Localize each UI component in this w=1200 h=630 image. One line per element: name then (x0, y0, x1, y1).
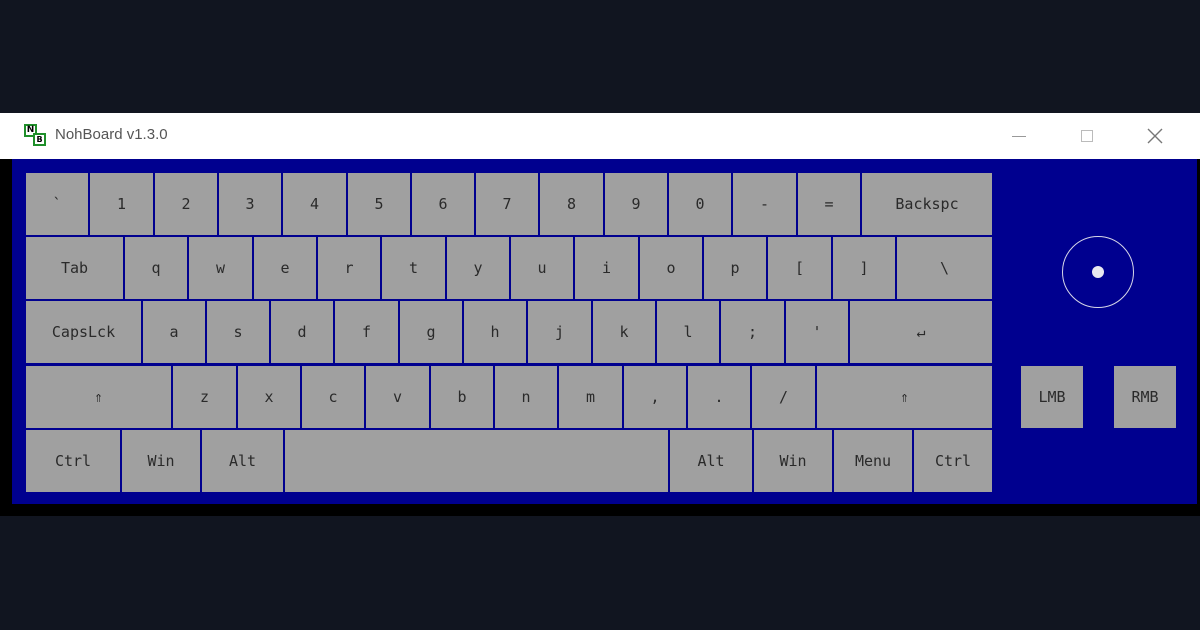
key-alt-4[interactable]: Alt (670, 430, 752, 492)
key-right-bracket[interactable]: ] (833, 237, 895, 299)
key-i[interactable]: i (575, 237, 638, 299)
mouse-button-lmb[interactable]: LMB (1021, 366, 1083, 428)
maximize-icon (1081, 130, 1093, 142)
key-p[interactable]: p (704, 237, 766, 299)
key-semicolon[interactable]: ; (721, 301, 784, 363)
key-x-2[interactable]: x (238, 366, 300, 428)
key-l[interactable]: l (657, 301, 719, 363)
keyboard-canvas: ` 1 2 3 4 5 6 7 8 9 0- = Backspc Tab q w e r t y u i o p[] \ Caps… (12, 159, 1197, 504)
key-equals[interactable]: = (798, 173, 860, 235)
nohboard-window: N B NohBoard v1.3.0 ` 1 2 3 4 5 6 7 8 9 0- = Backspc… (0, 113, 1200, 516)
mouse-speed-indicator-icon (1062, 236, 1134, 308)
key-s[interactable]: s (207, 301, 269, 363)
minimize-icon (1012, 135, 1026, 137)
key-ctrl-0[interactable]: Ctrl (26, 430, 120, 492)
close-button[interactable] (1132, 113, 1178, 159)
key-h[interactable]: h (464, 301, 526, 363)
key-k[interactable]: k (593, 301, 655, 363)
key-backslash[interactable]: \ (897, 237, 992, 299)
key-j[interactable]: j (528, 301, 591, 363)
key-d[interactable]: d (271, 301, 333, 363)
key-7[interactable]: 7 (476, 173, 538, 235)
key-m-7[interactable]: m (559, 366, 622, 428)
key-b-5[interactable]: b (431, 366, 493, 428)
key-f[interactable]: f (335, 301, 398, 363)
close-icon (1147, 128, 1163, 144)
key-shift-0[interactable]: ⇑ (26, 366, 171, 428)
mouse-button-rmb[interactable]: RMB (1114, 366, 1176, 428)
key-e[interactable]: e (254, 237, 316, 299)
key-backspc[interactable]: Backspc (862, 173, 992, 235)
key-quote[interactable]: ' (786, 301, 848, 363)
key-0[interactable]: 0 (669, 173, 731, 235)
key-alt-2[interactable]: Alt (202, 430, 283, 492)
key-3[interactable]: 3 (219, 173, 281, 235)
key-9[interactable]: 9 (605, 173, 667, 235)
key-space-3[interactable] (285, 430, 668, 492)
key-left-bracket[interactable]: [ (768, 237, 831, 299)
key-v-4[interactable]: v (366, 366, 429, 428)
key-minus[interactable]: - (733, 173, 796, 235)
key-y[interactable]: y (447, 237, 509, 299)
nohboard-app-icon: N B (24, 124, 46, 146)
window-title: NohBoard v1.3.0 (55, 126, 168, 143)
key-o[interactable]: o (640, 237, 702, 299)
key-win-1[interactable]: Win (122, 430, 200, 492)
key-8[interactable]: 8 (540, 173, 603, 235)
key-t[interactable]: t (382, 237, 445, 299)
key-a[interactable]: a (143, 301, 205, 363)
title-bar[interactable]: N B NohBoard v1.3.0 (0, 113, 1200, 159)
minimize-button[interactable] (996, 113, 1042, 159)
key-tab[interactable]: Tab (26, 237, 123, 299)
key-period-9[interactable]: . (688, 366, 750, 428)
key-menu-6[interactable]: Menu (834, 430, 912, 492)
key-capslck[interactable]: CapsLck (26, 301, 141, 363)
key-shift-11[interactable]: ⇑ (817, 366, 992, 428)
key-q[interactable]: q (125, 237, 187, 299)
key-enter[interactable]: ↵ (850, 301, 992, 363)
key-win-5[interactable]: Win (754, 430, 832, 492)
key-ctrl-7[interactable]: Ctrl (914, 430, 992, 492)
key-c-3[interactable]: c (302, 366, 364, 428)
key-z-1[interactable]: z (173, 366, 236, 428)
key-1[interactable]: 1 (90, 173, 153, 235)
key-6[interactable]: 6 (412, 173, 474, 235)
key-backtick[interactable]: ` (26, 173, 88, 235)
key-comma-8[interactable]: , (624, 366, 686, 428)
key-5[interactable]: 5 (348, 173, 410, 235)
key-n-6[interactable]: n (495, 366, 557, 428)
key-w[interactable]: w (189, 237, 252, 299)
maximize-button[interactable] (1064, 113, 1110, 159)
key-r[interactable]: r (318, 237, 380, 299)
key-2[interactable]: 2 (155, 173, 217, 235)
key-u[interactable]: u (511, 237, 573, 299)
app-icon-letter-b: B (33, 133, 46, 146)
mouse-speed-dot (1092, 266, 1104, 278)
key-4[interactable]: 4 (283, 173, 346, 235)
key-slash-10[interactable]: / (752, 366, 815, 428)
key-g[interactable]: g (400, 301, 462, 363)
